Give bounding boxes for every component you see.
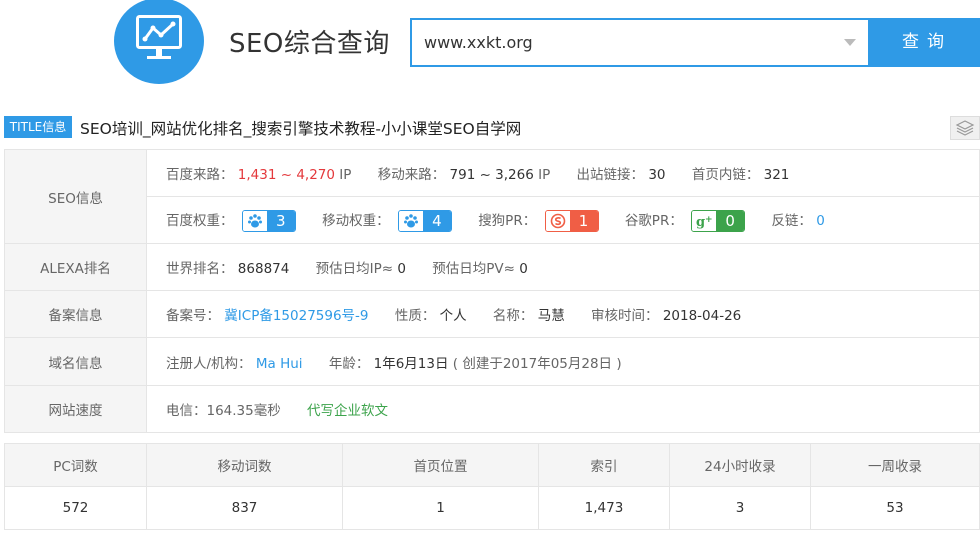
layers-icon[interactable]: [950, 116, 980, 140]
world-rank-label: 世界排名：: [166, 261, 234, 277]
registrant-label: 注册人/机构：: [166, 355, 252, 372]
domain-row: 注册人/机构： Ma Hui 年龄： 1年6月13日 ( 创建于2017年05月…: [146, 337, 980, 386]
mobile-traffic-value[interactable]: 791 ~ 3,266: [450, 167, 534, 183]
alexa-label: ALEXA排名: [4, 243, 147, 291]
ad-link[interactable]: 代写企业软文: [307, 403, 388, 419]
stats-header: 索引: [538, 443, 670, 487]
title-badge: TITLE信息: [4, 116, 72, 138]
outlinks-value[interactable]: 30: [648, 167, 665, 183]
baidu-traffic-label: 百度来路：: [166, 167, 234, 183]
sogou-pr-value: 1: [569, 210, 598, 231]
baidu-traffic-value[interactable]: 1,431 ~ 4,270: [238, 167, 335, 183]
stats-cell[interactable]: 3: [669, 486, 811, 530]
mobile-weight-value: 4: [422, 210, 451, 231]
telecom-speed: 电信：164.35毫秒: [166, 403, 281, 419]
icp-label: 备案信息: [4, 290, 147, 338]
stats-header: PC词数: [4, 443, 147, 487]
page-title-text: SEO培训_网站优化排名_搜索引擎技术教程-小小课堂SEO自学网: [80, 120, 522, 138]
homepage-links-label: 首页内链：: [691, 167, 760, 183]
homepage-links-value[interactable]: 321: [764, 167, 790, 183]
sogou-pr-label: 搜狗PR：: [478, 212, 537, 229]
icp-review-label: 审核时间：: [591, 308, 659, 324]
stats-cell[interactable]: 1,473: [538, 486, 670, 530]
stats-cell[interactable]: 53: [810, 486, 980, 530]
daily-pv-label: 预估日均PV≈: [432, 261, 515, 277]
seo-info-table: SEO信息 百度来路： 1,431 ~ 4,270 IP 移动来路： 791 ~…: [4, 149, 980, 433]
alexa-row: 世界排名： 868874 预估日均IP≈ 0 预估日均PV≈ 0: [146, 243, 980, 291]
stats-cell: 1: [342, 486, 539, 530]
speed-row: 电信：164.35毫秒 代写企业软文: [146, 385, 980, 433]
baidu-weight-badge[interactable]: 3: [241, 209, 296, 232]
svg-text:+: +: [705, 215, 713, 225]
google-plus-icon: g +: [692, 210, 717, 231]
domain-label: 域名信息: [4, 337, 147, 386]
icp-nature-value: 个人: [439, 308, 467, 324]
baidu-weight-value: 3: [266, 210, 295, 231]
stats-header: 首页位置: [342, 443, 539, 487]
daily-ip-value: 0: [397, 261, 406, 277]
search-input[interactable]: [412, 20, 832, 65]
baidu-traffic-unit: IP: [339, 167, 352, 183]
mobile-traffic-unit: IP: [538, 167, 551, 183]
domain-age-label: 年龄：: [328, 355, 370, 372]
icp-number-label: 备案号：: [166, 308, 220, 324]
keyword-stats-table: PC词数 移动词数 首页位置 索引 24小时收录 一周收录 572 837 1 …: [4, 443, 980, 530]
seo-info-label: SEO信息: [4, 149, 147, 244]
chart-logo-icon: [136, 15, 182, 59]
speed-label: 网站速度: [4, 385, 147, 433]
icp-name-label: 名称：: [492, 308, 534, 324]
daily-ip-label: 预估日均IP≈: [315, 261, 394, 277]
paw-icon: [242, 210, 267, 231]
stats-cell[interactable]: 837: [146, 486, 343, 530]
search-box: [410, 18, 870, 67]
mobile-traffic-label: 移动来路：: [377, 167, 446, 183]
mobile-weight-label: 移动权重：: [322, 212, 390, 229]
google-pr-badge[interactable]: g + 0: [691, 209, 746, 232]
daily-pv-value: 0: [519, 261, 528, 277]
svg-text:g: g: [696, 215, 705, 229]
search-button[interactable]: 查询: [868, 18, 980, 67]
google-pr-value: 0: [716, 210, 745, 231]
icp-row: 备案号： 冀ICP备15027596号-9 性质： 个人 名称： 马慧 审核时间…: [146, 290, 980, 338]
stats-header: 一周收录: [810, 443, 980, 487]
domain-created: ( 创建于2017年05月28日 ): [452, 355, 622, 372]
seo-traffic-row: 百度来路： 1,431 ~ 4,270 IP 移动来路： 791 ~ 3,266…: [146, 149, 980, 197]
site-logo[interactable]: [114, 0, 204, 84]
backlinks-value[interactable]: 0: [816, 213, 825, 229]
sogou-pr-badge[interactable]: 1: [544, 209, 599, 232]
stats-header: 24小时收录: [669, 443, 811, 487]
world-rank-value: 868874: [237, 261, 290, 277]
backlinks-label: 反链：: [771, 212, 812, 229]
sogou-icon: [545, 210, 570, 231]
registrant-link[interactable]: Ma Hui: [256, 356, 303, 372]
mobile-weight-badge[interactable]: 4: [397, 209, 452, 232]
seo-weight-row: 百度权重： 3 移动权重： 4 搜狗PR： 1 谷歌PR： g + 0 反链： …: [146, 196, 980, 244]
stats-header: 移动词数: [146, 443, 343, 487]
baidu-weight-label: 百度权重：: [166, 212, 234, 229]
chevron-down-icon[interactable]: [844, 39, 856, 46]
domain-age-value: 1年6月13日: [373, 355, 449, 372]
google-pr-label: 谷歌PR：: [624, 212, 683, 229]
paw-icon: [398, 210, 423, 231]
icp-review-value: 2018-04-26: [662, 308, 742, 324]
icp-number-link[interactable]: 冀ICP备15027596号-9: [224, 308, 368, 324]
outlinks-label: 出站链接：: [576, 167, 645, 183]
icp-name-value: 马慧: [537, 308, 565, 324]
stats-cell[interactable]: 572: [4, 486, 147, 530]
site-title: SEO综合查询: [229, 29, 390, 59]
icp-nature-label: 性质：: [394, 308, 436, 324]
